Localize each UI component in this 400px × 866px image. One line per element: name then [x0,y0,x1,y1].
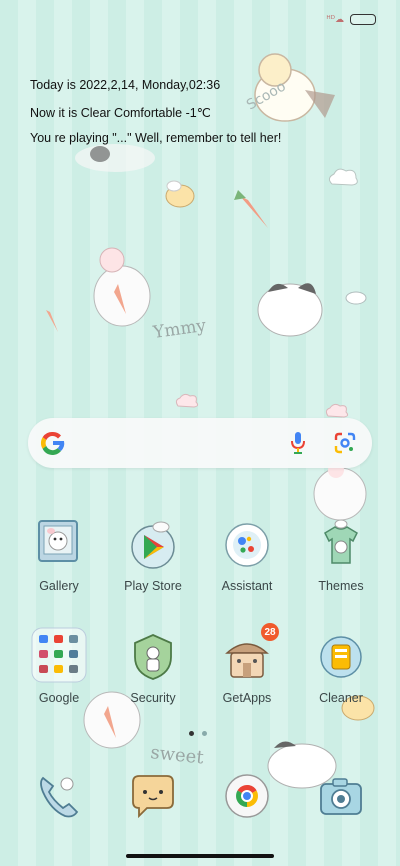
page-dot-active[interactable] [189,731,194,736]
google-lens-icon[interactable] [334,432,356,454]
chrome-icon [221,770,273,822]
wallpaper-carrot-small-icon [46,310,58,332]
status-bar: ᴴᴰ☁ [326,14,376,25]
app-label: Security [130,691,176,705]
app-assistant[interactable]: Assistant [202,519,292,593]
wallpaper-sweet-text-icon: sweet [149,742,205,768]
google-g-icon [40,431,65,456]
app-gallery[interactable]: Gallery [14,519,104,593]
app-getapps[interactable]: 28 GetApps [202,623,292,705]
play-store-icon [127,519,179,571]
security-icon [127,631,179,683]
wallpaper-bee-icon [165,180,195,208]
app-label: Assistant [221,579,273,593]
date-line[interactable]: Today is 2022,2,14, Monday,02:36 [30,78,220,92]
google-folder-icon [31,627,87,683]
wallpaper-yummy-text-icon: Ymmy [151,316,208,343]
page-dot[interactable] [202,731,207,736]
app-label: Gallery [39,579,79,593]
app-label: Google [38,691,80,705]
app-label: Themes [318,579,364,593]
app-label: Cleaner [319,691,363,705]
wallpaper-cloud-icon [328,168,358,186]
phone-icon [33,770,85,822]
getapps-icon: 28 [221,623,279,683]
camera-icon [315,770,367,822]
google-search-bar[interactable] [28,418,372,468]
wallpaper-cloud-small-icon [175,393,199,408]
page-indicator[interactable] [189,731,207,736]
messages-icon [127,770,179,822]
dock-chrome[interactable] [202,770,292,822]
wallpaper-carrot-icon [234,190,268,228]
status-icons: ᴴᴰ☁ [326,14,344,25]
dock-messages[interactable] [108,770,198,822]
app-google-folder[interactable]: Google [14,627,104,705]
weather-line[interactable]: Now it is Clear Comfortable -1℃ [30,105,211,120]
svg-text:sweet: sweet [149,742,205,768]
wallpaper-cat-top-icon [75,144,155,172]
cleaner-icon [315,631,367,683]
app-themes[interactable]: Themes [296,519,386,593]
dock-camera[interactable] [296,770,386,822]
wallpaper-bunny-topright-icon: Scooo [244,53,335,122]
themes-icon [315,519,367,571]
app-play-store[interactable]: Play Store [108,519,198,593]
microphone-icon[interactable] [290,431,306,455]
gesture-navigation-bar[interactable] [126,854,274,858]
assistant-icon [221,519,273,571]
svg-text:Ymmy: Ymmy [151,316,208,343]
gallery-icon [33,519,85,571]
message-line[interactable]: You re playing "..." Well, remember to t… [30,131,281,145]
app-label: GetApps [222,691,272,705]
app-label: Play Store [124,579,182,593]
wallpaper-bunny-right-icon [313,462,367,521]
app-security[interactable]: Security [108,631,198,705]
notification-badge: 28 [261,623,279,641]
dock-phone[interactable] [14,770,104,822]
wallpaper-fish-icon [345,291,367,305]
wallpaper-cat-middle-icon [257,283,323,337]
battery-icon [350,14,376,25]
app-cleaner[interactable]: Cleaner [296,631,386,705]
